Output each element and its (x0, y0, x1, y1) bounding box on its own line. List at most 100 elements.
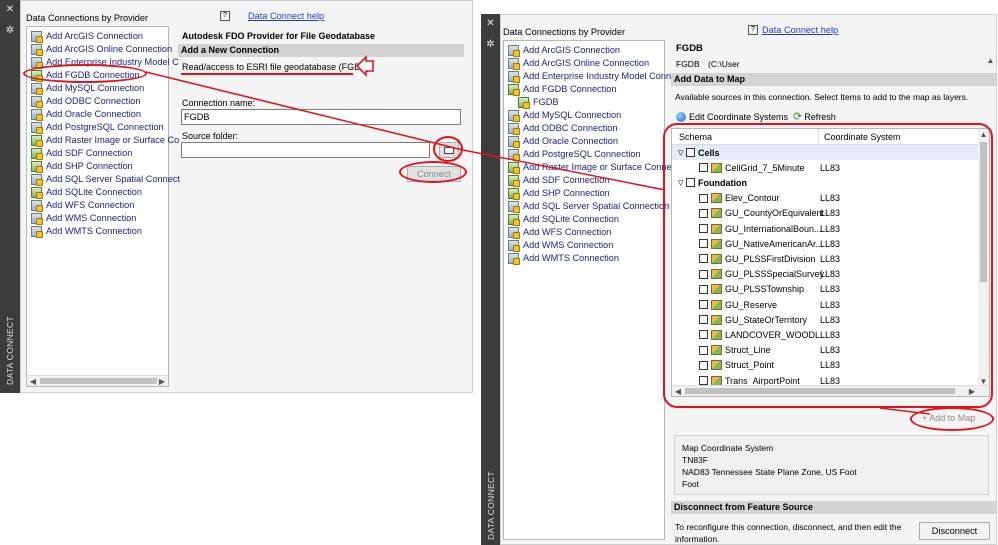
provider-icon (31, 96, 43, 108)
source-folder-input[interactable] (181, 142, 430, 158)
provider-item-label: Add Oracle Connection (523, 136, 618, 146)
provider-item-label: Add SDF Connection (46, 148, 133, 158)
connection-name-label: Connection name: (182, 98, 256, 108)
edit-coordinate-systems-button[interactable]: Edit Coordinate Systems (676, 110, 788, 123)
provider-item[interactable]: Add Raster Image or Surface Connect (508, 161, 679, 174)
available-sources-text: Available sources in this connection. Se… (675, 92, 969, 102)
globe-icon (676, 111, 686, 122)
provider-item-label: Add SQLite Connection (46, 187, 143, 197)
connection-path-label: FGDB (676, 59, 700, 69)
outer-vertical-scrollbar[interactable]: ▲ (985, 55, 996, 67)
provider-item[interactable]: Add WMS Connection (31, 212, 168, 225)
provider-icon (508, 45, 520, 57)
provider-item[interactable]: Add SQLite Connection (508, 213, 664, 226)
map-coordinate-box: Map Coordinate System TN83F NAD83 Tennes… (674, 435, 989, 495)
provider-item[interactable]: Add SDF Connection (31, 147, 168, 160)
map-coordinate-unit: Foot (682, 479, 700, 489)
provider-item[interactable]: Add Enterprise Industry Model Conn (508, 70, 671, 83)
provider-icon (508, 175, 520, 187)
close-icon[interactable]: ✕ (0, 4, 20, 15)
settings-icon[interactable]: ✲ (481, 39, 500, 50)
scroll-up-icon[interactable]: ▲ (985, 55, 996, 66)
provider-item[interactable]: Add PostgreSQL Connection (508, 148, 664, 161)
highlight-ellipse-add-to-map (910, 407, 994, 431)
provider-item[interactable]: Add WMS Connection (508, 239, 664, 252)
provider-item[interactable]: Add SQLite Connection (31, 186, 168, 199)
provider-description: Read/access to ESRI file geodatabase (FG… (182, 62, 370, 72)
provider-item[interactable]: Add SHP Connection (31, 160, 168, 173)
provider-item[interactable]: Add ArcGIS Connection (508, 44, 664, 57)
scroll-left-icon[interactable]: ◀ (29, 376, 37, 387)
provider-icon (31, 31, 43, 43)
provider-icon (31, 135, 43, 147)
provider-item[interactable]: Add SQL Server Spatial Connection (508, 200, 669, 213)
provider-icon (508, 58, 520, 70)
close-icon[interactable]: ✕ (481, 18, 500, 29)
provider-item[interactable]: Add SHP Connection (508, 187, 664, 200)
scroll-right-icon[interactable]: ▶ (158, 376, 166, 387)
provider-icon (31, 83, 43, 95)
provider-icon (31, 161, 43, 173)
provider-item[interactable]: Add SDF Connection (508, 174, 664, 187)
provider-item-label: Add Enterprise Industry Model Conn (523, 71, 672, 81)
provider-item[interactable]: Add MySQL Connection (508, 109, 664, 122)
provider-icon (508, 149, 520, 161)
provider-item[interactable]: Add ArcGIS Connection (31, 30, 168, 43)
provider-list[interactable]: Add ArcGIS Connection Add ArcGIS Online C… (503, 40, 679, 540)
refresh-button[interactable]: ⟳ Refresh (793, 110, 836, 123)
map-coordinate-name: NAD83 Tennessee State Plane Zone, US Foo… (682, 467, 857, 477)
provider-item[interactable]: Add WMTS Connection (508, 252, 664, 265)
help-icon: ? (748, 25, 758, 35)
provider-item[interactable]: Add WFS Connection (508, 226, 664, 239)
provider-item[interactable]: Add ArcGIS Online Connection (508, 57, 664, 70)
highlight-underline-description (181, 73, 353, 75)
provider-item[interactable]: Add ODBC Connection (508, 122, 664, 135)
provider-item[interactable]: Add MySQL Connection (31, 82, 168, 95)
provider-icon (31, 213, 43, 225)
provider-item[interactable]: FGDB (508, 96, 664, 109)
provider-item-label: Add Raster Image or Surface Co (46, 135, 180, 145)
provider-item[interactable]: Add PostgreSQL Connection (31, 121, 168, 134)
connection-path: FGDB (C:\User (676, 59, 740, 69)
strip-title: DATA CONNECT (5, 316, 15, 385)
provider-item[interactable]: Add FGDB Connection (508, 83, 664, 96)
provider-icon (31, 148, 43, 160)
provider-icon (31, 44, 43, 56)
provider-item[interactable]: Add SQL Server Spatial Connect (31, 173, 180, 186)
scroll-thumb[interactable] (40, 378, 157, 384)
provider-item[interactable]: Add Oracle Connection (31, 108, 168, 121)
provider-item[interactable]: Add Raster Image or Surface Co (31, 134, 179, 147)
map-coordinate-code: TN83F (682, 455, 708, 465)
provider-icon (508, 162, 520, 174)
provider-icon (31, 109, 43, 121)
disconnect-button[interactable]: Disconnect (919, 522, 990, 540)
provider-icon (31, 174, 43, 186)
highlight-ellipse-browse (433, 136, 463, 162)
connection-icon (518, 97, 530, 109)
section-disconnect: Disconnect from Feature Source (671, 501, 996, 514)
provider-item-label: Add ArcGIS Online Connection (46, 44, 173, 54)
settings-icon[interactable]: ✲ (0, 25, 20, 36)
horizontal-scrollbar[interactable]: ◀ ▶ (27, 375, 168, 386)
provider-item-label: Add ODBC Connection (523, 123, 618, 133)
provider-icon (508, 71, 520, 83)
highlight-ellipse-connect (399, 161, 467, 183)
refresh-label: Refresh (804, 111, 836, 122)
provider-item-label: Add Raster Image or Surface Connect (523, 162, 679, 172)
provider-title: Autodesk FDO Provider for File Geodataba… (182, 31, 376, 41)
connection-name-input[interactable]: FGDB (181, 109, 461, 125)
edit-coordinate-systems-label: Edit Coordinate Systems (689, 111, 789, 122)
provider-item[interactable]: Add ODBC Connection (31, 95, 168, 108)
provider-item-label: Add ODBC Connection (46, 96, 141, 106)
provider-icon (508, 188, 520, 200)
provider-item[interactable]: Add WMTS Connection (31, 225, 168, 238)
provider-icon (508, 84, 520, 96)
provider-item-label: Add PostgreSQL Connection (46, 122, 164, 132)
provider-item[interactable]: Add WFS Connection (31, 199, 168, 212)
refresh-icon: ⟳ (793, 111, 803, 123)
provider-item[interactable]: Add ArcGIS Online Connection (31, 43, 172, 56)
provider-item[interactable]: Add Oracle Connection (508, 135, 664, 148)
help-link[interactable]: Data Connect help (762, 25, 838, 35)
provider-item-label: Add MySQL Connection (46, 83, 145, 93)
help-link[interactable]: Data Connect help (234, 11, 324, 21)
